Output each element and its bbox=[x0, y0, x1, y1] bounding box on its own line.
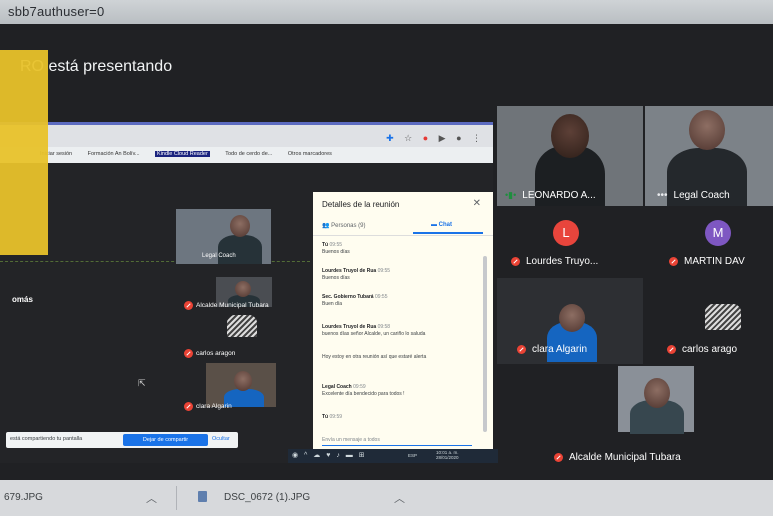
yellow-overlay bbox=[0, 50, 48, 255]
participant-tile[interactable]: M MARTIN DAV bbox=[645, 210, 773, 274]
mic-off-icon bbox=[184, 402, 193, 411]
download-item[interactable]: DSC_0672 (1).JPG bbox=[224, 492, 310, 503]
chat-scrollbar[interactable] bbox=[483, 256, 487, 432]
chat-message: Lourdes Truyol de Rua 09:58 buenos días s… bbox=[322, 324, 426, 337]
bookmark-item[interactable]: Otros marcadores bbox=[288, 151, 332, 157]
chevron-up-icon[interactable]: ︿ bbox=[394, 490, 405, 506]
chat-message: Sec. Gobierno Tubará 09:55 Buen día bbox=[322, 294, 388, 307]
avatar-image bbox=[227, 315, 257, 337]
chat-message: Tú 09:55 Buenos días bbox=[322, 242, 350, 255]
participant-name: Alcalde Municipal Tubara bbox=[196, 302, 269, 309]
participant-label: clara Algarin bbox=[184, 402, 232, 411]
participant-name: clara Algarin bbox=[196, 403, 232, 410]
divider bbox=[176, 486, 177, 510]
participant-name: Alcalde Municipal Tubara bbox=[569, 452, 681, 463]
participant-name: LEONARDO A... bbox=[522, 190, 596, 201]
participant-name: carlos aragon bbox=[196, 350, 236, 357]
participant-name-row: •▮• LEONARDO A... bbox=[505, 190, 596, 201]
participant-body bbox=[218, 235, 262, 264]
share-notification-bar: está compartiendo tu pantalla Dejar de c… bbox=[6, 432, 238, 448]
mic-off-icon bbox=[184, 301, 193, 310]
meeting-details-panel: Detalles de la reunión ✕ 👥 Personas (9) … bbox=[313, 192, 493, 456]
chat-message: Hoy estoy en otra reunión así que estaré… bbox=[322, 354, 427, 360]
meet-stage: RO está presentando ✚ ☆ ● ▶ ● ⋮ Iniciar … bbox=[0, 24, 773, 480]
share-notice: está compartiendo tu pantalla bbox=[10, 436, 83, 442]
more-icon[interactable]: ••• bbox=[657, 190, 668, 201]
participant-face bbox=[234, 371, 252, 391]
close-icon[interactable]: ✕ bbox=[473, 198, 481, 209]
tab-people[interactable]: 👥 Personas (9) bbox=[322, 222, 366, 229]
participant-face bbox=[551, 114, 589, 158]
participant-face bbox=[230, 215, 250, 237]
speaking-icon: •▮• bbox=[505, 190, 517, 200]
language-indicator: ESP bbox=[408, 453, 418, 458]
chat-message: Legal Coach 09:59 Excelente día bendecido… bbox=[322, 384, 405, 397]
participant-tile[interactable]: •▮• LEONARDO A... bbox=[497, 106, 643, 206]
participant-face bbox=[559, 304, 585, 332]
bookmark-item[interactable]: Kindle Cloud Reader bbox=[155, 151, 210, 157]
participant-tile[interactable]: Alcalde Municipal Tubara bbox=[540, 366, 773, 466]
participant-face bbox=[235, 281, 251, 297]
stop-sharing-button[interactable]: Dejar de compartir bbox=[123, 434, 208, 446]
download-item[interactable]: 679.JPG bbox=[4, 492, 43, 503]
participant-name: Legal Coach bbox=[673, 190, 730, 201]
chat-input[interactable]: Envía un mensaje a todos bbox=[322, 437, 472, 446]
participant-label: carlos aragon bbox=[184, 349, 235, 358]
divider bbox=[313, 235, 493, 236]
os-taskbar: ◉ ^ ☁ ♥ ♪ ▬ ⊞ ESP 10:01 a. m. 28/01/2020 bbox=[288, 449, 498, 463]
participant-thumb: Legal Coach bbox=[176, 209, 271, 264]
mic-off-icon bbox=[511, 257, 520, 266]
clock: 10:01 a. m. 28/01/2020 bbox=[436, 450, 459, 460]
participant-tile[interactable]: carlos arago bbox=[645, 278, 773, 364]
participant-side-name: omás bbox=[12, 295, 33, 304]
participant-tile[interactable]: ••• Legal Coach bbox=[645, 106, 773, 206]
participant-name: clara Algarin bbox=[532, 344, 588, 355]
mic-off-icon bbox=[517, 345, 526, 354]
participant-name-row: MARTIN DAV bbox=[669, 256, 745, 267]
participant-thumb bbox=[206, 363, 276, 407]
clock-date: 28/01/2020 bbox=[436, 455, 459, 460]
participant-face bbox=[644, 378, 670, 408]
avatar-image bbox=[705, 304, 741, 330]
chevron-up-icon[interactable]: ︿ bbox=[146, 490, 157, 506]
panel-title: Detalles de la reunión bbox=[322, 200, 400, 209]
mouse-cursor-icon: ⇱ bbox=[138, 378, 146, 388]
participant-name-row: carlos arago bbox=[667, 344, 737, 355]
avatar: M bbox=[705, 220, 731, 246]
bookmark-item[interactable]: Todo de cerdo de... bbox=[225, 151, 272, 157]
shared-screen: ✚ ☆ ● ▶ ● ⋮ Iniciar sesión Formación An … bbox=[0, 122, 493, 463]
bookmarks-bar: Iniciar sesión Formación An Bolív... Kin… bbox=[0, 147, 493, 163]
chat-message: Lourdes Truyol de Rua 09:55 Buenos días bbox=[322, 268, 391, 281]
address-text: sbb7authuser=0 bbox=[8, 4, 105, 19]
participant-name: carlos arago bbox=[682, 344, 738, 355]
participant-name-row: Lourdes Truyo... bbox=[511, 256, 598, 267]
participant-tile[interactable]: clara Algarin bbox=[497, 278, 643, 364]
thumb-name: Legal Coach bbox=[202, 253, 236, 259]
mic-off-icon bbox=[184, 349, 193, 358]
mic-off-icon bbox=[554, 453, 563, 462]
mic-off-icon bbox=[669, 257, 678, 266]
address-bar[interactable]: sbb7authuser=0 bbox=[0, 0, 773, 24]
browser-toolbar-icons: ✚ ☆ ● ▶ ● ⋮ bbox=[386, 133, 485, 143]
bookmark-item[interactable]: Formación An Bolív... bbox=[88, 151, 140, 157]
participant-label: Alcalde Municipal Tubara bbox=[184, 301, 269, 310]
participant-face bbox=[689, 110, 725, 150]
mic-off-icon bbox=[667, 345, 676, 354]
participant-name: MARTIN DAV bbox=[684, 256, 745, 267]
avatar: L bbox=[553, 220, 579, 246]
hide-button[interactable]: Ocultar bbox=[212, 436, 230, 442]
chat-message: Tú 09:59 bbox=[322, 414, 343, 420]
tray-icons: ◉ ^ ☁ ♥ ♪ ▬ ⊞ bbox=[292, 452, 367, 459]
participant-name-row: ••• Legal Coach bbox=[657, 190, 730, 201]
participant-tile[interactable]: L Lourdes Truyo... bbox=[497, 210, 643, 274]
tab-chat[interactable]: ▬ Chat bbox=[431, 222, 452, 228]
active-tab-indicator bbox=[413, 232, 483, 234]
participant-name-row: Alcalde Municipal Tubara bbox=[554, 452, 681, 463]
downloads-bar: 679.JPG ︿ DSC_0672 (1).JPG ︿ bbox=[0, 480, 773, 516]
participant-name-row: clara Algarin bbox=[517, 344, 587, 355]
participant-video bbox=[618, 366, 694, 434]
file-icon bbox=[198, 491, 207, 502]
participant-name: Lourdes Truyo... bbox=[526, 256, 599, 267]
